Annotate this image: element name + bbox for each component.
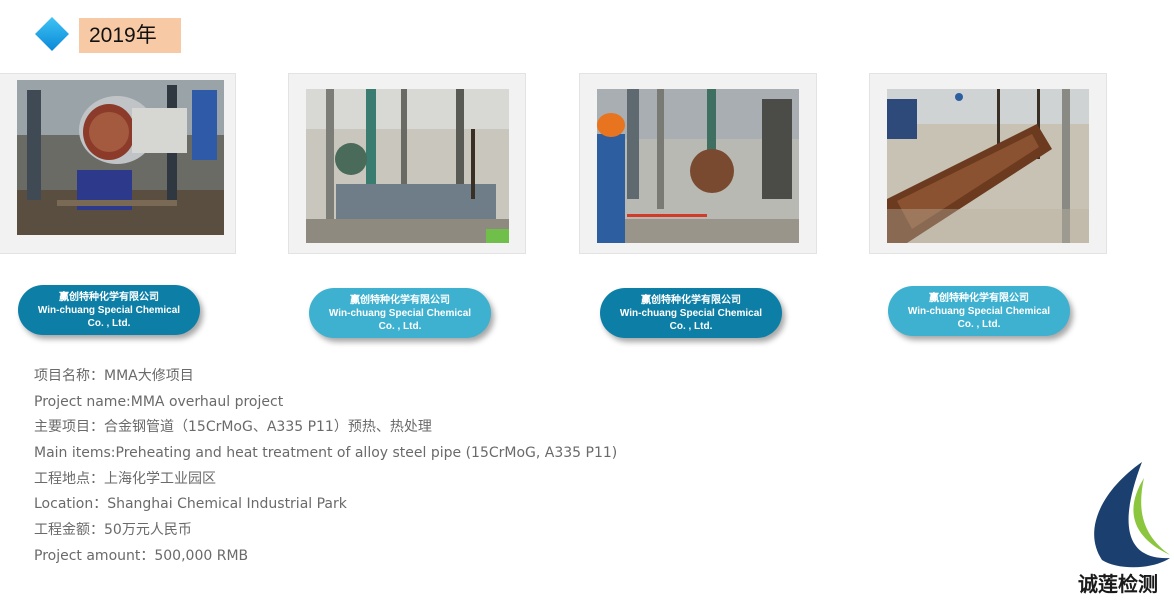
year-label: 2019年: [79, 18, 181, 53]
project-name-en: Project name:MMA overhaul project: [34, 393, 284, 410]
location-cn: 工程地点：上海化学工业园区: [34, 470, 216, 487]
project-photo-4: [887, 89, 1089, 243]
company-badge-3: 赢创特种化学有限公司 Win-chuang Special Chemical C…: [600, 288, 782, 338]
main-items-en: Main items:Preheating and heat treatment…: [34, 445, 618, 462]
logo-text: 诚莲检测: [1078, 572, 1158, 596]
company-badge-4: 赢创特种化学有限公司 Win-chuang Special Chemical C…: [888, 286, 1070, 336]
project-photo-3: [597, 89, 799, 243]
location-en: Location：Shanghai Chemical Industrial Pa…: [34, 496, 347, 513]
project-name-cn: 项目名称：MMA大修项目: [34, 368, 194, 384]
main-items-cn: 主要项目：合金钢管道（15CrMoG、A335 P11）预热、热处理: [34, 419, 432, 436]
amount-en: Project amount：500,000 RMB: [34, 547, 249, 564]
project-info: 项目名称：MMA大修项目 Project name:MMA overhaul p…: [34, 364, 734, 570]
diamond-icon: [35, 17, 69, 51]
project-photo-2: [306, 89, 509, 243]
project-photo-1: [17, 80, 224, 235]
company-badge-2: 赢创特种化学有限公司 Win-chuang Special Chemical C…: [309, 288, 491, 338]
company-logo-icon: [1082, 460, 1172, 570]
company-badge-1: 赢创特种化学有限公司 Win-chuang Special Chemical C…: [18, 285, 200, 335]
amount-cn: 工程金额：50万元人民币: [34, 522, 192, 539]
